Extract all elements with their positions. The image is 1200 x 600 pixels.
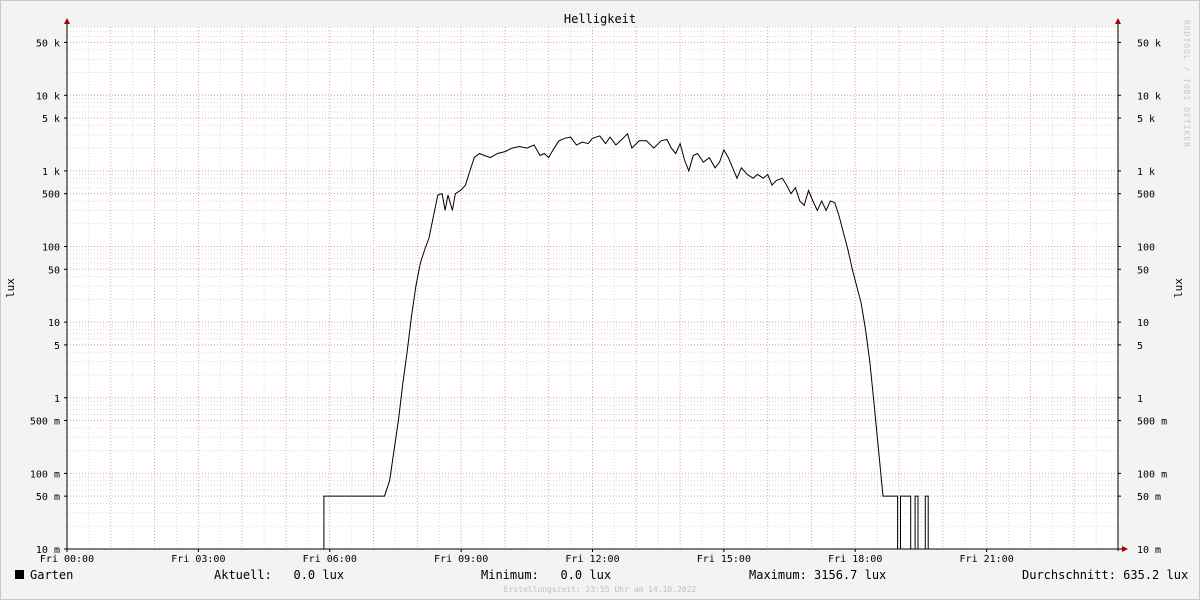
y-tick-label-left: 1 (54, 394, 60, 405)
y-tick-label-left: 50 (48, 265, 60, 276)
chart-canvas: 50 k 10 k 5 k 1 k 500 100 50 10 5 1 500 m 100 m 50 m… (4, 12, 1185, 565)
y-axis-arrow-left (64, 18, 70, 24)
legend-maximum: Maximum: 3156.7 lux (749, 568, 887, 582)
y-tick-label-right: 500 m (1137, 417, 1167, 428)
x-axis-arrow (1122, 546, 1128, 552)
y-tick-label-left: 50 m (36, 492, 60, 503)
y-tick-label-right: 10 k (1137, 91, 1161, 102)
y-tick-label-right: 100 m (1137, 469, 1167, 480)
y-tick-label-left: 5 (54, 341, 60, 352)
y-axis-label-left: lux (4, 278, 17, 298)
x-ticks: Fri 00:00 Fri 03:00 Fri 06:00 Fri 09:00 Fri … (40, 549, 1014, 565)
y-tick-label-right: 10 m (1137, 545, 1161, 556)
y-tick-label-right: 10 (1137, 318, 1149, 329)
y-tick-label-right: 100 (1137, 243, 1155, 254)
y-tick-label-left: 100 (42, 243, 60, 254)
x-tick-label: Fri 12:00 (565, 554, 619, 565)
y-tick-label-right: 50 m (1137, 492, 1161, 503)
x-tick-label: Fri 15:00 (697, 554, 751, 565)
y-tick-label-right: 1 (1137, 394, 1143, 405)
y-axis-arrow-right (1115, 18, 1121, 24)
y-tick-label-left: 500 (42, 190, 60, 201)
y-tick-label-left: 100 m (30, 469, 60, 480)
y-tick-label-right: 1 k (1137, 167, 1155, 178)
legend-current: Aktuell: 0.0 lux (214, 568, 345, 582)
y-tick-label-right: 50 k (1137, 38, 1161, 49)
x-tick-label: Fri 06:00 (303, 554, 357, 565)
legend-average: Durchschnitt: 635.2 lux (1022, 568, 1189, 582)
y-axis-label-right: lux (1172, 278, 1185, 298)
y-tick-label-left: 500 m (30, 417, 60, 428)
y-tick-label-right: 500 (1137, 190, 1155, 201)
y-ticks-right: 50 k 10 k 5 k 1 k 500 100 50 10 5 1 500 m 100 m 50 m… (1118, 38, 1167, 556)
chart-title: Helligkeit (564, 12, 636, 26)
x-tick-label: Fri 18:00 (828, 554, 882, 565)
x-tick-label: Fri 21:00 (960, 554, 1014, 565)
y-tick-label-right: 50 (1137, 265, 1149, 276)
legend-minimum: Minimum: 0.0 lux (481, 568, 612, 582)
y-ticks-left: 50 k 10 k 5 k 1 k 500 100 50 10 5 1 500 m 100 m 50 m… (30, 38, 67, 556)
y-tick-label-left: 10 (48, 318, 60, 329)
watermark-text: RRDTOOL / TOBI OETIKER (1182, 20, 1191, 148)
legend-swatch (15, 570, 24, 579)
y-tick-label-left: 5 k (42, 114, 60, 125)
footer-timestamp: Erstellungszeit: 23:55 Uhr am 14.10.2022 (503, 585, 697, 594)
y-tick-label-left: 10 k (36, 91, 60, 102)
x-tick-label: Fri 03:00 (171, 554, 225, 565)
y-tick-label-left: 1 k (42, 167, 60, 178)
legend-series-name: Garten (30, 568, 74, 582)
y-tick-label-left: 50 k (36, 38, 60, 49)
x-tick-label: Fri 00:00 (40, 554, 94, 565)
x-tick-label: Fri 09:00 (434, 554, 488, 565)
y-tick-label-right: 5 (1137, 341, 1143, 352)
y-tick-label-right: 5 k (1137, 114, 1155, 125)
